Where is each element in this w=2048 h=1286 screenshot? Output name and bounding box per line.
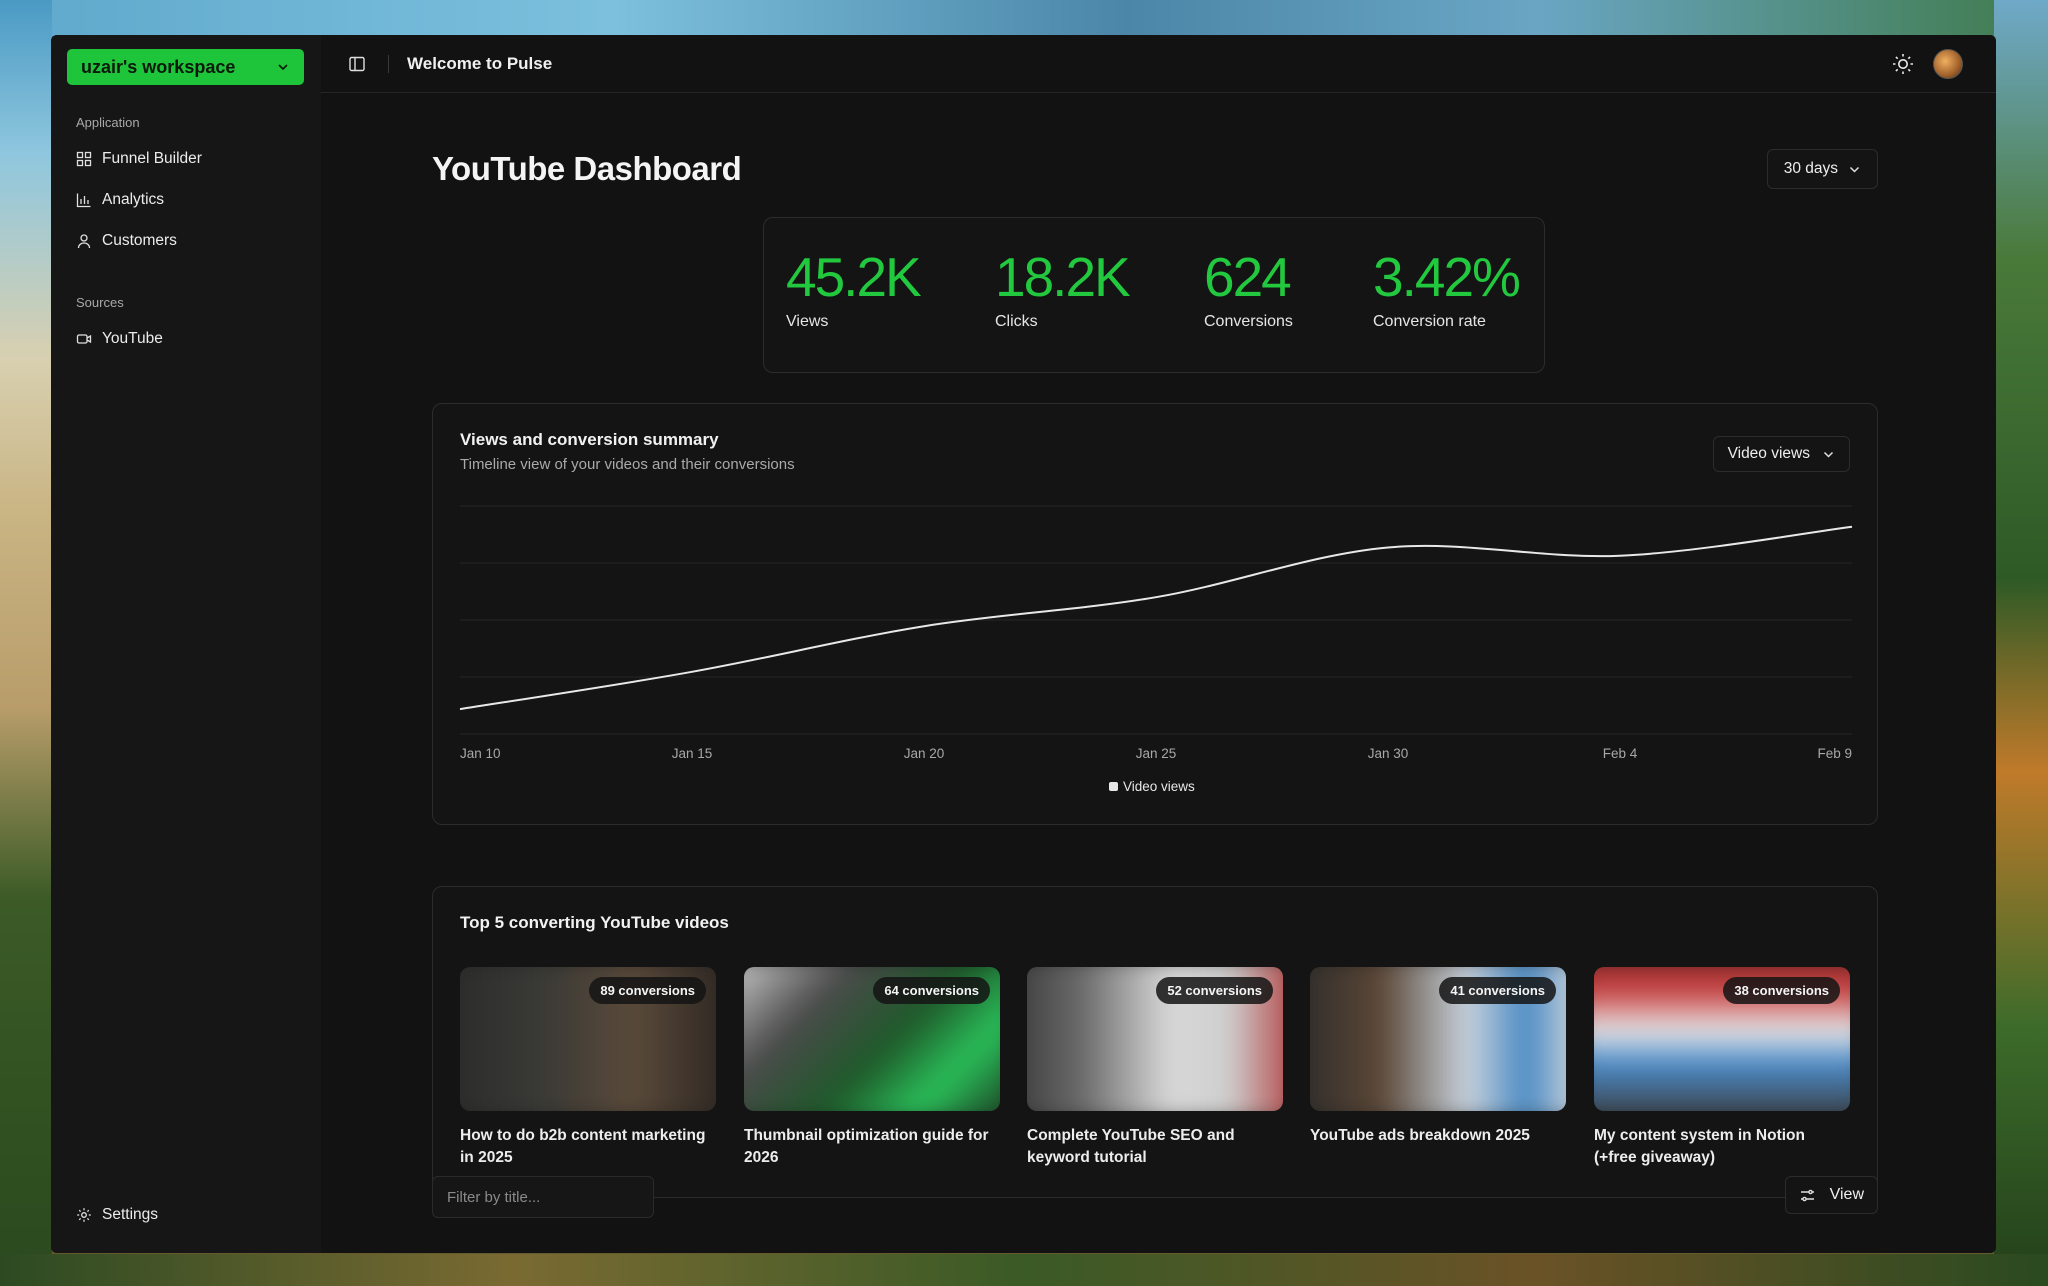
sidebar-item-label: Funnel Builder: [102, 149, 202, 167]
sidebar-item-settings[interactable]: Settings: [67, 1194, 158, 1235]
video-card[interactable]: 64 conversions Thumbnail optimization gu…: [744, 967, 1000, 1169]
stat-value: 624: [1204, 246, 1292, 308]
video-title: YouTube ads breakdown 2025: [1310, 1127, 1530, 1144]
sidebar-item-label: YouTube: [102, 329, 163, 347]
stat-label: Views: [786, 313, 829, 330]
date-range-value: 30 days: [1783, 160, 1838, 177]
legend-label: Video views: [1123, 779, 1195, 794]
page-title: YouTube Dashboard: [432, 150, 742, 187]
dashboard-content: YouTube Dashboard 30 days 45.2K Views 18…: [432, 35, 1878, 1253]
x-tick-label: Feb 9: [1817, 746, 1852, 761]
views-line-chart: Jan 10 Jan 15 Jan 20 Jan 25 Jan 30 Feb 4 Feb 9…: [459, 505, 1853, 794]
sidebar-item-label: Analytics: [102, 190, 165, 208]
workspace-switcher[interactable]: uzair's workspace: [67, 49, 304, 85]
stat-clicks: 18.2K Clicks: [995, 246, 1131, 331]
stats-panel: 45.2K Views 18.2K Clicks 624 Conversions…: [763, 217, 1545, 373]
bar-chart-icon: [76, 193, 91, 207]
video-thumbnail[interactable]: 41 conversions: [1310, 967, 1566, 1111]
sidebar-item-label: Settings: [102, 1205, 159, 1223]
sliders-icon: [1800, 1189, 1814, 1201]
stat-views: 45.2K Views: [786, 246, 922, 331]
sidebar-group-sources: Sources: [76, 295, 124, 310]
video-title: Complete YouTube SEO and keyword tutoria…: [1027, 1127, 1235, 1166]
legend-swatch: [1109, 782, 1118, 791]
date-range-select[interactable]: 30 days: [1766, 149, 1878, 189]
stat-label: Clicks: [995, 313, 1038, 330]
stat-label: Conversions: [1204, 313, 1293, 330]
video-icon: [76, 333, 92, 344]
view-button-label: View: [1829, 1186, 1864, 1203]
video-title: How to do b2b content marketing in 2025: [460, 1127, 706, 1166]
conversions-badge: 52 conversions: [1156, 977, 1273, 1004]
main-area: Welcome to Pulse YouTube Dashboard 30 da…: [321, 35, 1996, 1253]
wallpaper-top: [0, 0, 2048, 36]
stat-conversions: 624 Conversions: [1204, 250, 1293, 331]
sidebar-item-label: Customers: [102, 231, 177, 249]
video-card[interactable]: 89 conversions How to do b2b content mar…: [460, 967, 716, 1169]
user-icon: [77, 233, 91, 248]
stat-conversion-rate: 3.42% Conversion rate: [1373, 246, 1521, 331]
sidebar-item-funnel-builder[interactable]: Funnel Builder: [67, 138, 305, 179]
video-card[interactable]: 52 conversions Complete YouTube SEO and …: [1027, 967, 1283, 1169]
x-tick-label: Jan 20: [904, 746, 945, 761]
video-thumbnail[interactable]: 52 conversions: [1027, 967, 1283, 1111]
x-tick-label: Feb 4: [1603, 746, 1638, 761]
views-summary-card: Views and conversion summary Timeline vi…: [432, 403, 1878, 825]
grid-icon: [76, 151, 92, 166]
video-title: Thumbnail optimization guide for 2026: [744, 1127, 989, 1166]
series-line-video-views: [459, 525, 1853, 711]
view-options-button[interactable]: View: [1784, 1176, 1878, 1214]
top-videos-card: Top 5 converting YouTube videos 89 conve…: [432, 886, 1878, 1198]
video-title: My content system in Notion (+free givea…: [1594, 1127, 1805, 1166]
video-thumbnail[interactable]: 89 conversions: [460, 967, 716, 1111]
app-window: uzair's workspace Application Funnel Bui…: [51, 35, 1996, 1253]
video-thumbnail[interactable]: 64 conversions: [744, 967, 1000, 1111]
chevron-down-icon: [278, 64, 288, 71]
video-thumbnail[interactable]: 38 conversions: [1594, 967, 1850, 1111]
x-tick-label: Jan 10: [460, 746, 501, 761]
stat-label: Conversion rate: [1373, 313, 1486, 330]
x-tick-label: Jan 15: [672, 746, 713, 761]
sidebar-item-youtube[interactable]: YouTube: [67, 318, 305, 359]
wallpaper-bottom: [0, 1254, 2048, 1286]
stat-value: 45.2K: [786, 246, 922, 308]
topbar-divider: [388, 54, 389, 73]
filter-by-title-input[interactable]: [432, 1176, 654, 1218]
stat-value: 3.42%: [1373, 246, 1521, 308]
sidebar-toggle-icon[interactable]: [348, 55, 366, 73]
workspace-name: uzair's workspace: [81, 56, 236, 77]
sidebar-group-application: Application: [76, 115, 140, 130]
top-videos-title: Top 5 converting YouTube videos: [460, 913, 729, 932]
theme-toggle-icon[interactable]: [1891, 52, 1915, 76]
sidebar: uzair's workspace Application Funnel Bui…: [51, 35, 321, 1253]
sidebar-item-customers[interactable]: Customers: [67, 220, 305, 261]
x-tick-label: Jan 25: [1136, 746, 1177, 761]
wallpaper-right: [1994, 0, 2048, 1286]
video-card[interactable]: 41 conversions YouTube ads breakdown 202…: [1310, 967, 1566, 1147]
wallpaper-left: [0, 0, 52, 1286]
gear-icon: [77, 1207, 91, 1222]
sidebar-item-analytics[interactable]: Analytics: [67, 179, 305, 220]
video-card[interactable]: 38 conversions My content system in Noti…: [1594, 967, 1850, 1169]
conversions-badge: 89 conversions: [589, 977, 706, 1004]
x-tick-label: Jan 30: [1368, 746, 1409, 761]
stat-value: 18.2K: [995, 246, 1131, 308]
chevron-down-icon: [1849, 166, 1860, 173]
conversions-badge: 41 conversions: [1439, 977, 1556, 1004]
conversions-badge: 64 conversions: [873, 977, 990, 1004]
conversions-badge: 38 conversions: [1723, 977, 1840, 1004]
avatar[interactable]: [1933, 49, 1963, 79]
